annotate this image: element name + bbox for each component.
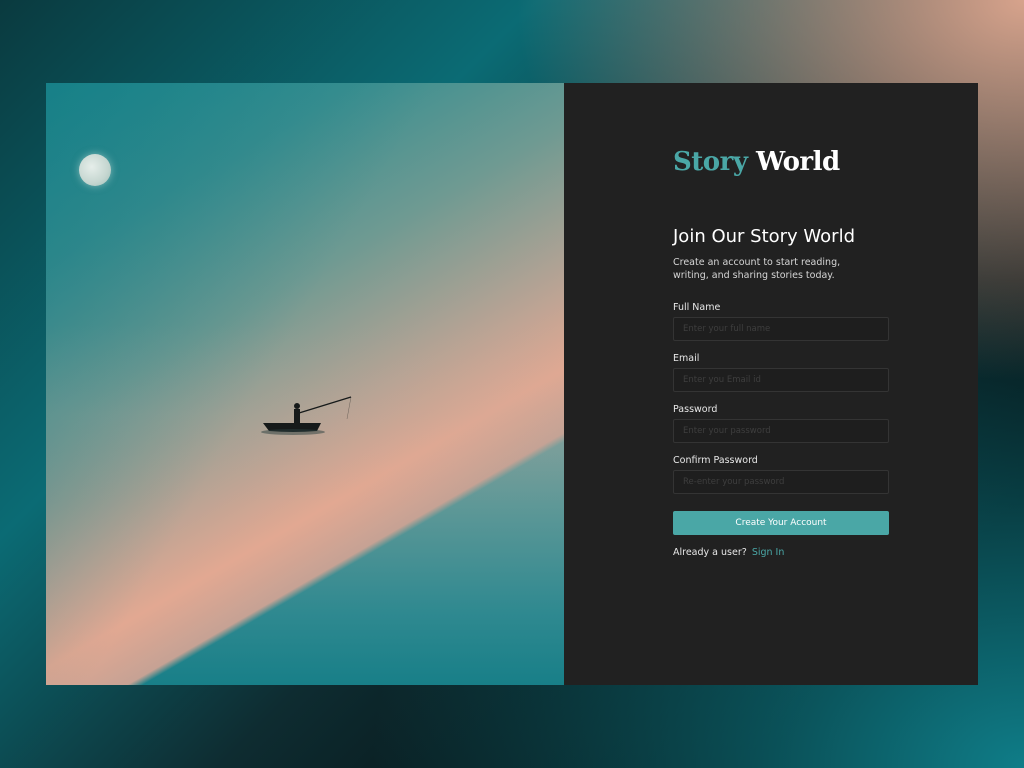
email-label: Email xyxy=(673,353,700,364)
signup-card: Story World Join Our Story World Create … xyxy=(46,83,978,685)
brand-logo-part1: Story xyxy=(673,147,748,177)
confirm-password-label: Confirm Password xyxy=(673,455,758,466)
fisherman-boat-image xyxy=(261,396,352,435)
signin-prompt: Already a user? Sign In xyxy=(673,547,784,558)
brand-logo[interactable]: Story World xyxy=(673,147,840,177)
create-account-button[interactable]: Create Your Account xyxy=(673,511,889,535)
password-label: Password xyxy=(673,404,718,415)
page-subtitle: Create an account to start reading, writ… xyxy=(673,257,841,281)
existing-user-text: Already a user? xyxy=(673,547,747,558)
password-field[interactable] xyxy=(673,419,889,443)
confirm-password-field[interactable] xyxy=(673,470,889,494)
page-title: Join Our Story World xyxy=(673,226,856,247)
moon-image xyxy=(79,154,111,186)
full-name-label: Full Name xyxy=(673,302,721,313)
full-name-field[interactable] xyxy=(673,317,889,341)
email-field[interactable] xyxy=(673,368,889,392)
signup-form-panel: Story World Join Our Story World Create … xyxy=(564,83,978,685)
brand-logo-part2: World xyxy=(756,147,840,177)
signin-link[interactable]: Sign In xyxy=(752,547,785,558)
hero-image xyxy=(46,83,564,685)
